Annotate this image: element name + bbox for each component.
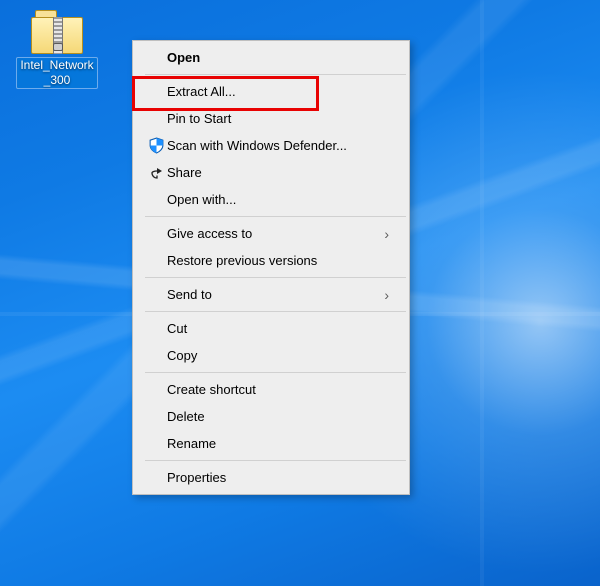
menu-item-label: Copy xyxy=(167,348,389,363)
menu-separator xyxy=(145,277,406,278)
blank-icon xyxy=(145,408,167,426)
menu-separator xyxy=(145,460,406,461)
menu-item-delete[interactable]: Delete xyxy=(135,403,407,430)
menu-separator xyxy=(145,372,406,373)
blank-icon xyxy=(145,435,167,453)
blank-icon xyxy=(145,286,167,304)
chevron-right-icon: › xyxy=(384,226,389,242)
menu-item-label: Create shortcut xyxy=(167,382,389,397)
menu-item-open[interactable]: Open xyxy=(135,44,407,71)
blank-icon xyxy=(145,83,167,101)
menu-item-label: Rename xyxy=(167,436,389,451)
menu-item-defender[interactable]: Scan with Windows Defender... xyxy=(135,132,407,159)
chevron-right-icon: › xyxy=(384,287,389,303)
menu-item-extract-all[interactable]: Extract All... xyxy=(135,78,407,105)
menu-item-label: Properties xyxy=(167,470,389,485)
zip-folder-icon xyxy=(31,10,83,54)
menu-item-copy[interactable]: Copy xyxy=(135,342,407,369)
blank-icon xyxy=(145,49,167,67)
menu-item-send-to[interactable]: Send to › xyxy=(135,281,407,308)
blank-icon xyxy=(145,347,167,365)
menu-item-open-with[interactable]: Open with... xyxy=(135,186,407,213)
menu-item-label: Give access to xyxy=(167,226,376,241)
menu-separator xyxy=(145,311,406,312)
menu-separator xyxy=(145,74,406,75)
menu-separator xyxy=(145,216,406,217)
menu-item-label: Send to xyxy=(167,287,376,302)
menu-item-restore-previous[interactable]: Restore previous versions xyxy=(135,247,407,274)
desktop-icon-zip[interactable]: Intel_Network_300 xyxy=(17,10,97,88)
desktop-icon-label: Intel_Network_300 xyxy=(17,58,97,88)
share-icon xyxy=(145,164,167,182)
menu-item-label: Scan with Windows Defender... xyxy=(167,138,389,153)
context-menu: Open Extract All... Pin to Start Scan wi… xyxy=(132,40,410,495)
menu-item-create-shortcut[interactable]: Create shortcut xyxy=(135,376,407,403)
menu-item-label: Pin to Start xyxy=(167,111,389,126)
blank-icon xyxy=(145,320,167,338)
menu-item-label: Delete xyxy=(167,409,389,424)
defender-shield-icon xyxy=(145,137,167,155)
menu-item-label: Open xyxy=(167,50,389,65)
blank-icon xyxy=(145,252,167,270)
blank-icon xyxy=(145,381,167,399)
blank-icon xyxy=(145,110,167,128)
menu-item-label: Restore previous versions xyxy=(167,253,389,268)
menu-item-share[interactable]: Share xyxy=(135,159,407,186)
menu-item-label: Open with... xyxy=(167,192,389,207)
blank-icon xyxy=(145,225,167,243)
menu-item-cut[interactable]: Cut xyxy=(135,315,407,342)
menu-item-rename[interactable]: Rename xyxy=(135,430,407,457)
menu-item-give-access[interactable]: Give access to › xyxy=(135,220,407,247)
menu-item-pin-to-start[interactable]: Pin to Start xyxy=(135,105,407,132)
menu-item-label: Extract All... xyxy=(167,84,389,99)
menu-item-label: Share xyxy=(167,165,389,180)
blank-icon xyxy=(145,191,167,209)
menu-item-properties[interactable]: Properties xyxy=(135,464,407,491)
menu-item-label: Cut xyxy=(167,321,389,336)
blank-icon xyxy=(145,469,167,487)
